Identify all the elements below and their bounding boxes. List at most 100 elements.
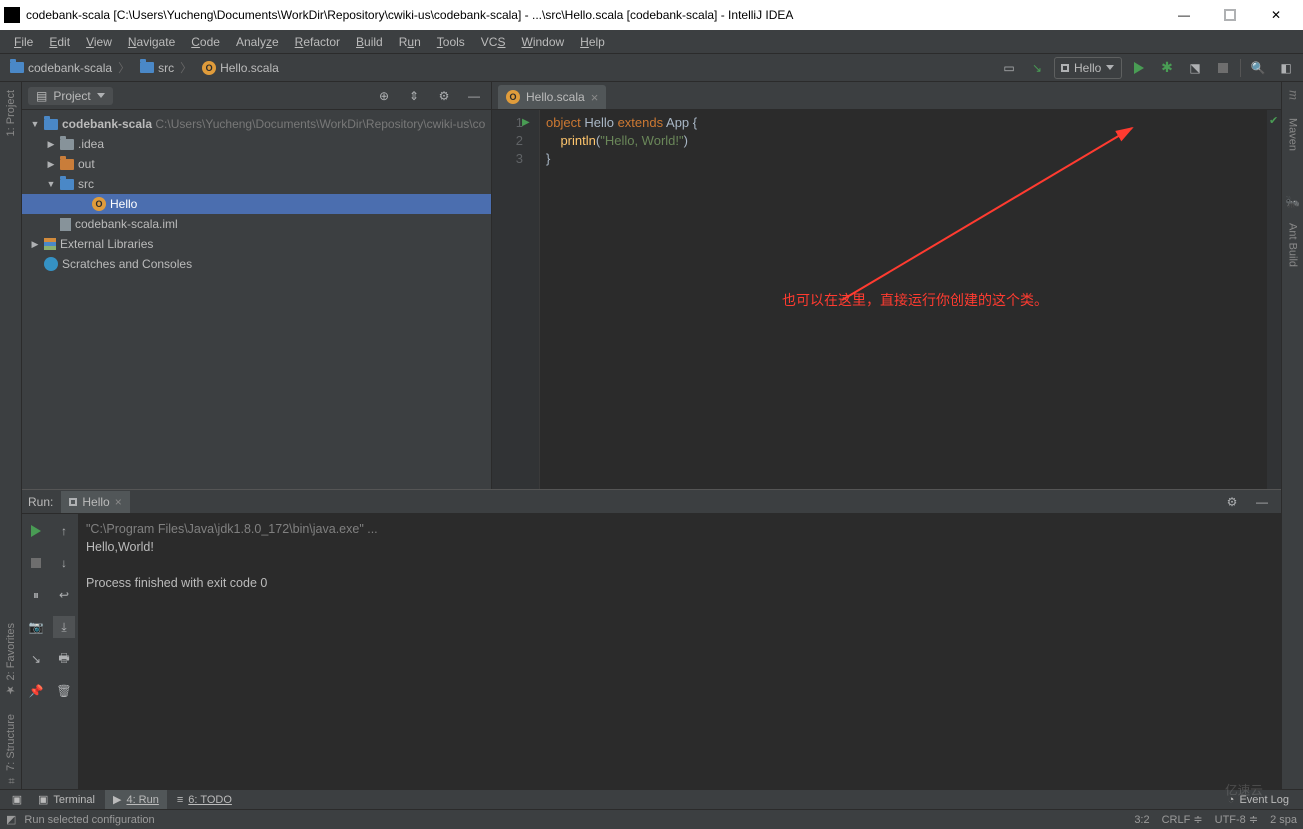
- tree-hello[interactable]: Hello: [22, 194, 491, 214]
- run-tab-label: Hello: [82, 495, 109, 509]
- menu-edit[interactable]: Edit: [41, 33, 78, 51]
- gear-icon[interactable]: ⚙: [433, 85, 455, 107]
- window-titlebar: codebank-scala [C:\Users\Yucheng\Documen…: [0, 0, 1303, 30]
- line-number: 2: [492, 132, 523, 150]
- menu-refactor[interactable]: Refactor: [287, 33, 348, 51]
- layout-icon[interactable]: ▭: [998, 57, 1020, 79]
- pin-button[interactable]: 📌: [25, 680, 47, 702]
- scala-icon: [92, 197, 106, 211]
- status-message: Run selected configuration: [24, 814, 154, 826]
- indent-info[interactable]: 2 spa: [1270, 814, 1297, 826]
- scala-icon: [202, 61, 216, 75]
- tree-external-libraries[interactable]: ▶ External Libraries: [22, 234, 491, 254]
- breadcrumb-file-label: Hello.scala: [220, 61, 279, 75]
- svg-text:亿速云: 亿速云: [1225, 784, 1263, 798]
- separator: [1240, 59, 1241, 77]
- caret-position[interactable]: 3:2: [1134, 814, 1149, 826]
- locate-icon[interactable]: ⊕: [373, 85, 395, 107]
- gear-icon[interactable]: ⚙: [1221, 491, 1243, 513]
- dump-button[interactable]: 📷: [25, 616, 47, 638]
- close-tab-icon[interactable]: ×: [591, 90, 599, 105]
- tab-project-tool[interactable]: 1: Project: [5, 86, 17, 140]
- up-icon[interactable]: ↑: [53, 520, 75, 542]
- breadcrumb-module-label: codebank-scala: [28, 61, 112, 75]
- line-separator[interactable]: CRLF ≑: [1162, 813, 1203, 826]
- exit-button[interactable]: ↘: [25, 648, 47, 670]
- tree-src[interactable]: ▼ src: [22, 174, 491, 194]
- menu-run[interactable]: Run: [391, 33, 429, 51]
- scroll-end-icon[interactable]: ⤓: [53, 616, 75, 638]
- tab-maven-tool[interactable]: Maven: [1287, 114, 1299, 155]
- menu-help[interactable]: Help: [572, 33, 613, 51]
- tree-root[interactable]: ▼ codebank-scala C:\Users\Yucheng\Docume…: [22, 114, 491, 134]
- collapse-icon[interactable]: ⇕: [403, 85, 425, 107]
- pause-button[interactable]: ⏸: [25, 584, 47, 606]
- folder-icon: [140, 62, 154, 73]
- toolwindow-icon[interactable]: ◧: [1275, 57, 1297, 79]
- inspection-ok-icon: ✔: [1269, 114, 1278, 127]
- tab-favorites-tool[interactable]: ★ 2: Favorites: [4, 619, 17, 701]
- down-icon[interactable]: ↓: [53, 552, 75, 574]
- tree-iml[interactable]: codebank-scala.iml: [22, 214, 491, 234]
- menu-vcs[interactable]: VCS: [473, 33, 514, 51]
- hide-icon[interactable]: —: [463, 85, 485, 107]
- tab-run[interactable]: ▶ 4: Run: [105, 790, 167, 810]
- menu-file[interactable]: File: [6, 33, 41, 51]
- menu-tools[interactable]: Tools: [429, 33, 473, 51]
- app-icon: [4, 7, 20, 23]
- config-icon: [1061, 64, 1069, 72]
- menu-view[interactable]: View: [78, 33, 120, 51]
- tab-terminal[interactable]: ▣ Terminal: [30, 790, 103, 810]
- search-icon[interactable]: 🔍: [1247, 57, 1269, 79]
- run-sidebar: ⏸ 📷 ↘ 📌 ↑ ↓ ↩ ⤓ 🖶 🗑: [22, 514, 78, 789]
- hide-icon[interactable]: —: [1251, 491, 1273, 513]
- menu-build[interactable]: Build: [348, 33, 391, 51]
- editor-tabs: Hello.scala ×: [492, 82, 1281, 110]
- gutter-run-icon[interactable]: ▶: [522, 114, 530, 132]
- rerun-button[interactable]: [25, 520, 47, 542]
- project-panel-header: ▤Project ⊕ ⇕ ⚙ —: [22, 82, 491, 110]
- debug-button[interactable]: ✱: [1156, 57, 1178, 79]
- maven-icon[interactable]: m: [1285, 86, 1301, 104]
- breadcrumb-module[interactable]: codebank-scala 〉: [6, 59, 136, 76]
- run-label: Run:: [28, 495, 53, 509]
- tree-out[interactable]: ▶ out: [22, 154, 491, 174]
- menu-navigate[interactable]: Navigate: [120, 33, 183, 51]
- tree-scratches[interactable]: Scratches and Consoles: [22, 254, 491, 274]
- print-icon[interactable]: 🖶: [53, 648, 75, 670]
- stop-button[interactable]: [1212, 57, 1234, 79]
- line-number: 1: [492, 114, 523, 132]
- close-tab-icon[interactable]: ×: [115, 495, 122, 509]
- quick-access-icon[interactable]: ▣: [6, 793, 28, 806]
- coverage-button[interactable]: ⬔: [1184, 57, 1206, 79]
- tab-structure-tool[interactable]: ⌗ 7: Structure: [5, 710, 17, 789]
- run-button[interactable]: [1128, 57, 1150, 79]
- tree-root-path: C:\Users\Yucheng\Documents\WorkDir\Repos…: [155, 117, 485, 131]
- close-button[interactable]: ✕: [1253, 0, 1299, 30]
- menu-window[interactable]: Window: [513, 33, 572, 51]
- menu-analyze[interactable]: Analyze: [228, 33, 287, 51]
- build-hammer-icon[interactable]: ↘: [1026, 57, 1048, 79]
- tree-idea[interactable]: ▶ .idea: [22, 134, 491, 154]
- file-encoding[interactable]: UTF-8 ≑: [1215, 813, 1258, 826]
- tab-ant-tool[interactable]: Ant Build: [1287, 219, 1299, 271]
- menu-bar: File Edit View Navigate Code Analyze Ref…: [0, 30, 1303, 54]
- tab-todo[interactable]: ≡ 6: TODO: [169, 790, 240, 810]
- window-title: codebank-scala [C:\Users\Yucheng\Documen…: [26, 8, 1161, 22]
- soft-wrap-icon[interactable]: ↩: [53, 584, 75, 606]
- breadcrumb-file[interactable]: Hello.scala: [198, 61, 283, 75]
- editor-tab-label: Hello.scala: [526, 90, 585, 104]
- maximize-button[interactable]: [1207, 0, 1253, 30]
- toolwindow-toggle-icon[interactable]: ◩: [6, 813, 16, 826]
- breadcrumb-src[interactable]: src 〉: [136, 59, 198, 76]
- project-view-selector[interactable]: ▤Project: [28, 87, 113, 105]
- menu-code[interactable]: Code: [183, 33, 228, 51]
- stop-run-button[interactable]: [25, 552, 47, 574]
- editor-tab-hello[interactable]: Hello.scala ×: [498, 85, 606, 109]
- clear-icon[interactable]: 🗑: [53, 680, 75, 702]
- library-icon: [44, 238, 56, 250]
- run-config-select[interactable]: Hello: [1054, 57, 1122, 79]
- run-tab-hello[interactable]: Hello ×: [61, 491, 129, 513]
- console-output[interactable]: "C:\Program Files\Java\jdk1.8.0_172\bin\…: [78, 514, 1281, 789]
- minimize-button[interactable]: —: [1161, 0, 1207, 30]
